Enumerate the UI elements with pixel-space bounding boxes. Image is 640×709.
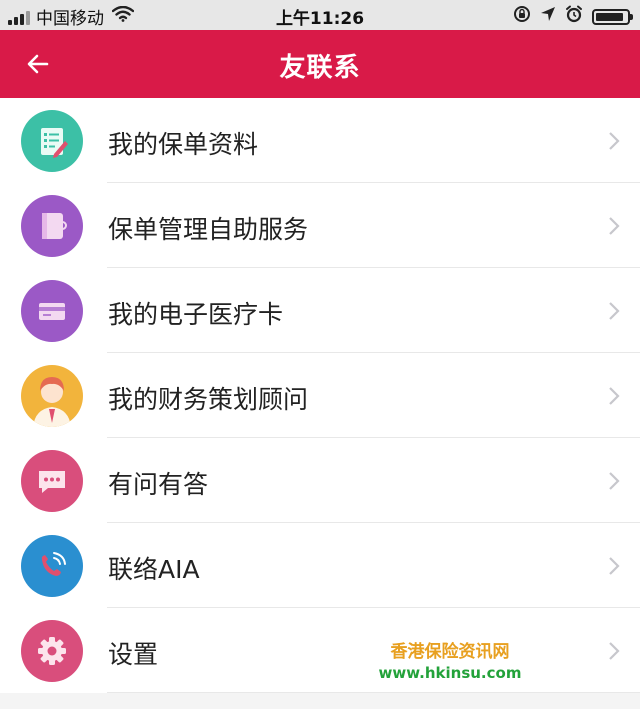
chevron-right-icon bbox=[609, 387, 620, 405]
gear-icon bbox=[21, 620, 83, 682]
menu-item-label: 我的财务策划顾问 bbox=[108, 385, 309, 414]
battery-icon bbox=[592, 8, 633, 25]
chevron-right-icon bbox=[609, 217, 620, 235]
notebook-icon bbox=[21, 195, 83, 257]
menu-item-policy-info[interactable]: 我的保单资料 bbox=[0, 98, 640, 183]
status-right bbox=[513, 5, 633, 28]
menu-item-policy-self-service[interactable]: 保单管理自助服务 bbox=[0, 183, 640, 268]
menu-item-settings[interactable]: 设置 bbox=[0, 608, 640, 693]
divider bbox=[107, 692, 640, 693]
policy-document-icon bbox=[21, 110, 83, 172]
rotation-lock-icon bbox=[513, 5, 531, 28]
menu-list: 我的保单资料 保单管理自助服务 我的电子医疗卡 我的财务策划顾问 有问有答 联络… bbox=[0, 98, 640, 693]
menu-item-label: 我的电子医疗卡 bbox=[108, 300, 284, 329]
chevron-right-icon bbox=[609, 557, 620, 575]
chevron-right-icon bbox=[609, 132, 620, 150]
menu-item-label: 设置 bbox=[108, 640, 159, 669]
menu-item-label: 我的保单资料 bbox=[108, 130, 259, 159]
alarm-clock-icon bbox=[565, 5, 583, 28]
advisor-avatar-icon bbox=[21, 365, 83, 427]
battery-fill bbox=[596, 12, 623, 21]
nav-bar: 友联系 bbox=[0, 30, 640, 98]
chat-bubble-icon bbox=[21, 450, 83, 512]
card-icon bbox=[21, 280, 83, 342]
chevron-right-icon bbox=[609, 642, 620, 660]
menu-item-label: 联络AIA bbox=[108, 555, 200, 584]
menu-item-financial-advisor[interactable]: 我的财务策划顾问 bbox=[0, 353, 640, 438]
chevron-right-icon bbox=[609, 302, 620, 320]
page-title: 友联系 bbox=[279, 53, 361, 83]
menu-item-contact-aia[interactable]: 联络AIA bbox=[0, 523, 640, 608]
phone-icon bbox=[21, 535, 83, 597]
menu-item-e-medical-card[interactable]: 我的电子医疗卡 bbox=[0, 268, 640, 353]
menu-item-label: 有问有答 bbox=[108, 470, 209, 499]
watermark-url: www.hkinsu.com bbox=[378, 664, 522, 682]
watermark: 香港保险资讯网 www.hkinsu.com bbox=[370, 637, 530, 682]
menu-item-label: 保单管理自助服务 bbox=[108, 215, 309, 244]
menu-item-q-and-a[interactable]: 有问有答 bbox=[0, 438, 640, 523]
watermark-name: 香港保险资讯网 bbox=[390, 642, 510, 662]
location-arrow-icon bbox=[540, 6, 556, 27]
status-bar: 中国移动 上午11:26 bbox=[0, 0, 640, 30]
chevron-right-icon bbox=[609, 472, 620, 490]
